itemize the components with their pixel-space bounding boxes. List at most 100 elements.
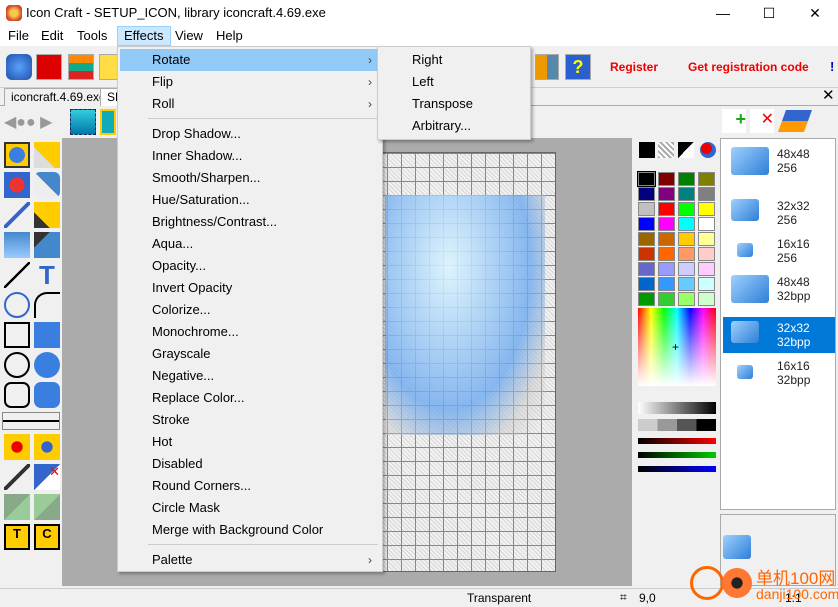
effects-item-opacity[interactable]: Opacity... [120,255,380,277]
delete-image-icon[interactable]: ✕ [750,109,774,133]
color-swatch[interactable] [658,277,675,291]
brightness-slider[interactable] [638,402,716,414]
maximize-button[interactable]: ☐ [746,0,792,26]
layers-icon[interactable] [777,110,813,132]
color-swatch[interactable] [638,187,655,201]
color-swatch[interactable] [698,217,715,231]
color-swatch[interactable] [698,187,715,201]
get-registration-code-link[interactable]: Get registration code [688,60,809,74]
color-swatch[interactable] [638,247,655,261]
image-tools-icon[interactable] [535,54,559,80]
no-gradient-icon[interactable]: ✕ [34,464,60,490]
color-swatch[interactable] [698,262,715,276]
filled-rectangle-tool-icon[interactable] [34,322,60,348]
color-swatch[interactable] [637,171,656,187]
foreground-color-swatch[interactable] [639,142,655,158]
color-swatch[interactable] [638,232,655,246]
effects-item-roll[interactable]: Roll › [120,93,380,115]
help-icon[interactable]: ? [565,54,591,80]
effects-item-drop-shadow[interactable]: Drop Shadow... [120,123,380,145]
ellipse-select-tool-icon[interactable] [4,292,30,318]
effects-item-merge-with-background-color[interactable]: Merge with Background Color [120,519,380,541]
effects-item-inner-shadow[interactable]: Inner Shadow... [120,145,380,167]
green-slider[interactable] [638,452,716,458]
red-slider[interactable] [638,438,716,444]
color-swatch[interactable] [638,292,655,306]
color-swatch[interactable] [698,292,715,306]
blue-slider[interactable] [638,466,716,472]
text-tool-icon[interactable]: T [34,262,60,288]
color-swatch[interactable] [638,277,655,291]
menu-effects[interactable]: Effects [117,26,171,46]
bucket-tool-icon[interactable] [34,232,60,258]
menu-file[interactable]: File [2,26,35,46]
effects-item-aqua[interactable]: Aqua... [120,233,380,255]
line-tool-icon[interactable] [4,262,30,288]
rotate-right-item[interactable]: Right [380,49,530,71]
color-swatch[interactable] [658,202,675,216]
effects-item-brightness-contrast[interactable]: Brightness/Contrast... [120,211,380,233]
transparent-color-swatch[interactable] [658,142,674,158]
menu-help[interactable]: Help [210,26,249,46]
menu-tools[interactable]: Tools [71,26,113,46]
filled-ellipse-tool-icon[interactable] [34,352,60,378]
color-swatch[interactable] [678,172,695,186]
rectangle-tool-icon[interactable] [4,322,30,348]
effects-item-hot[interactable]: Hot [120,431,380,453]
effects-item-flip[interactable]: Flip › [120,71,380,93]
close-button[interactable]: ✕ [792,0,838,26]
more-link[interactable]: ! [830,59,834,74]
icon-list-item[interactable]: 16x16 256 [723,233,835,269]
color-swatch[interactable] [678,292,695,306]
effects-item-rotate[interactable]: Rotate › [120,49,380,71]
icon-list-item-selected[interactable]: 32x32 32bpp [723,317,835,353]
color-swatch[interactable] [678,277,695,291]
icon-list-item[interactable]: 48x48 256 [723,143,835,179]
register-link[interactable]: Register [610,60,658,74]
color-swatch[interactable] [678,187,695,201]
effects-item-palette[interactable]: Palette › [120,549,380,571]
color-swatch[interactable] [698,172,715,186]
gray-swatches[interactable] [638,419,716,431]
color-swatch[interactable] [658,172,675,186]
color-swatch[interactable] [658,292,675,306]
library-icon[interactable] [68,54,94,80]
color-swatch[interactable] [658,187,675,201]
lock-t-icon[interactable]: T [4,524,30,550]
gradient-line-icon[interactable] [4,464,30,490]
open-ico-icon[interactable] [6,54,32,80]
close-tab-icon[interactable]: ✕ [822,86,835,104]
effects-item-circle-mask[interactable]: Circle Mask [120,497,380,519]
effects-item-grayscale[interactable]: Grayscale [120,343,380,365]
layer-behind-icon[interactable] [4,494,30,520]
color-swatch[interactable] [638,202,655,216]
effects-item-smooth-sharpen[interactable]: Smooth/Sharpen... [120,167,380,189]
color-swatch[interactable] [678,232,695,246]
effects-item-round-corners[interactable]: Round Corners... [120,475,380,497]
effects-item-replace-color[interactable]: Replace Color... [120,387,380,409]
navigate-arrows-icon[interactable]: ◀●● ▶ [4,112,58,132]
color-picker-tool-icon[interactable] [34,142,60,168]
cube-frame-selected-icon[interactable] [100,109,116,135]
eraser-tool-icon[interactable] [34,172,60,198]
color-swatch[interactable] [698,232,715,246]
brush-tool-icon[interactable] [34,202,60,228]
transpose-item[interactable]: Transpose [380,93,530,115]
effects-item-hue-saturation[interactable]: Hue/Saturation... [120,189,380,211]
color-swatch[interactable] [698,277,715,291]
color-mode-icon[interactable] [700,142,716,158]
select-tool-icon[interactable] [4,142,30,168]
effects-item-disabled[interactable]: Disabled [120,453,380,475]
icon-list-item[interactable]: 16x16 32bpp [723,355,835,391]
fill-tool-icon[interactable] [4,172,30,198]
pencil-tool-icon[interactable] [4,202,30,228]
antialias-on-icon[interactable] [34,434,60,460]
inverse-color-swatch[interactable] [678,142,694,158]
layer-front-icon[interactable] [34,494,60,520]
cube-frame-icon[interactable] [70,109,96,135]
ico-file-icon[interactable] [36,54,62,80]
rotate-arbitrary-item[interactable]: Arbitrary... [380,115,530,137]
color-swatch[interactable] [678,247,695,261]
effects-item-invert-opacity[interactable]: Invert Opacity [120,277,380,299]
icon-list-item[interactable]: 48x48 32bpp [723,271,835,307]
